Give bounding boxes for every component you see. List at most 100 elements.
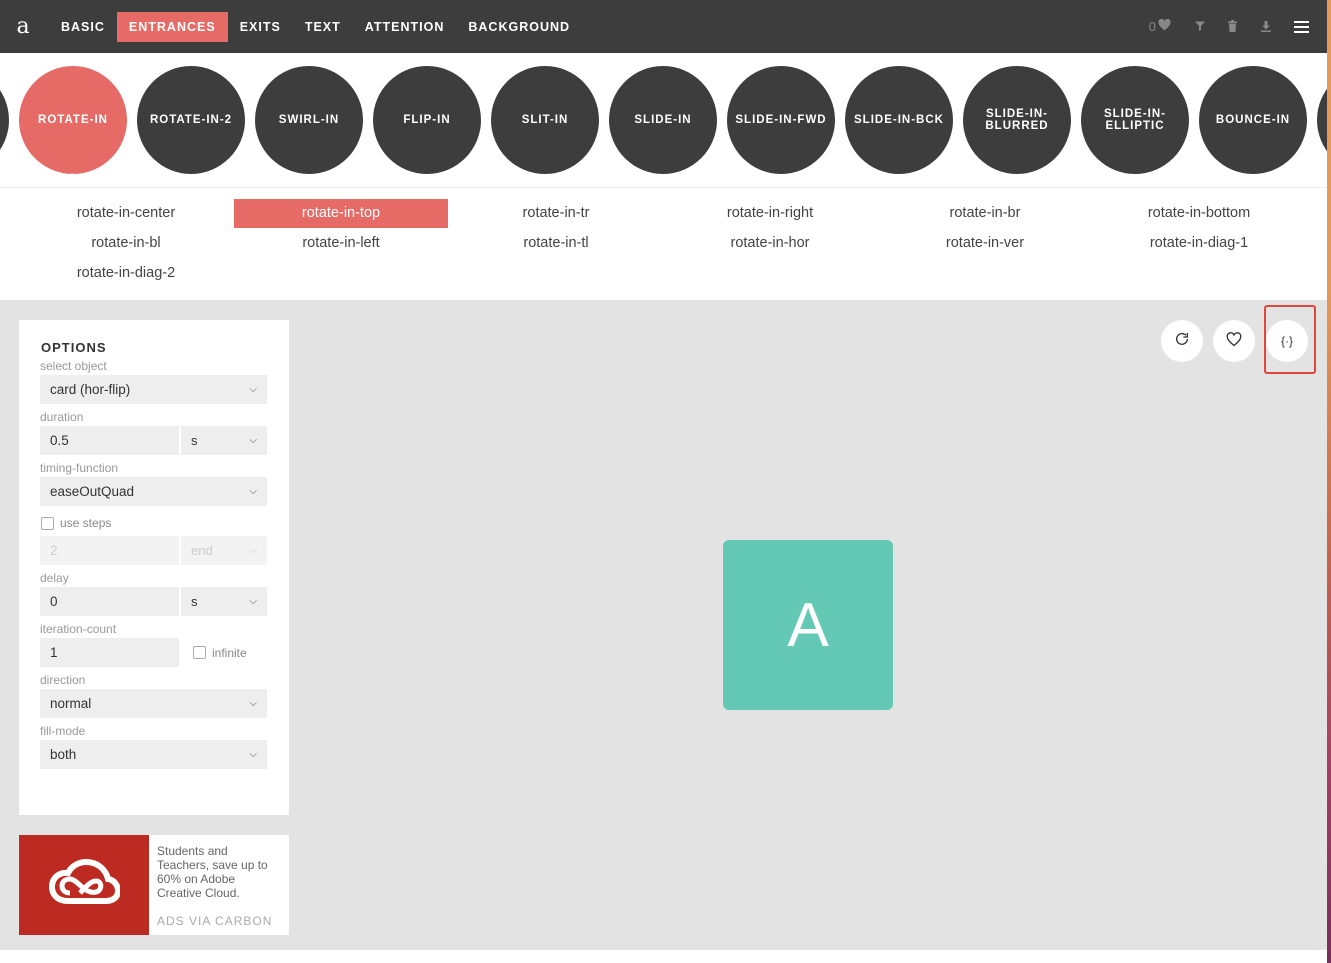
use-steps-checkbox[interactable] <box>41 516 54 530</box>
variant-item[interactable]: rotate-in-diag-1 <box>1092 229 1306 258</box>
chevron-down-icon: ⌵ <box>249 435 257 446</box>
chevron-down-icon: ⌵ <box>249 486 257 497</box>
timing-function-dropdown[interactable]: easeOutQuad ⌵ <box>40 477 267 506</box>
logo[interactable]: a <box>0 14 46 39</box>
animation-slide-in-bck[interactable]: SLIDE-IN-BCK <box>845 66 953 174</box>
nav-entrances[interactable]: ENTRANCES <box>116 11 228 42</box>
chevron-down-icon: ⌵ <box>249 749 257 760</box>
window-edge <box>1327 0 1331 963</box>
variant-item[interactable]: rotate-in-tl <box>449 229 663 258</box>
animation-bounce-in[interactable]: BOUNCE-IN <box>1199 66 1307 174</box>
animation-slide-in[interactable]: SLIDE-IN <box>609 66 717 174</box>
variant-item[interactable]: rotate-in-diag-2 <box>19 259 233 288</box>
infinite-row: infinite <box>181 638 247 667</box>
favorites-button[interactable]: 0 <box>1148 18 1171 34</box>
nav-attention[interactable]: ATTENTION <box>353 12 457 42</box>
animation-slide-in-blurred[interactable]: SLIDE-IN-BLURRED <box>963 66 1071 174</box>
steps-input[interactable]: 2 <box>40 536 179 565</box>
toolbar: 0 <box>1149 0 1315 53</box>
animation-circle-previous[interactable] <box>0 66 9 174</box>
download-icon[interactable] <box>1249 19 1282 35</box>
variant-item[interactable]: rotate-in-left <box>234 229 448 258</box>
select-object-dropdown[interactable]: card (hor-flip) ⌵ <box>40 375 267 404</box>
trash-icon[interactable] <box>1216 19 1249 35</box>
select-object-label: select object <box>40 359 107 373</box>
nav-basic[interactable]: BASIC <box>49 12 117 42</box>
variant-item[interactable]: rotate-in-bottom <box>1092 199 1306 228</box>
preview-card: A <box>723 540 893 710</box>
iteration-count-input[interactable]: 1 <box>40 638 179 667</box>
category-nav: BASIC ENTRANCES EXITS TEXT ATTENTION BAC… <box>49 0 582 53</box>
nav-exits[interactable]: EXITS <box>228 12 293 42</box>
variant-item-active[interactable]: rotate-in-top <box>234 199 448 228</box>
fill-mode-label: fill-mode <box>40 724 86 738</box>
duration-unit-dropdown[interactable]: s ⌵ <box>181 426 267 455</box>
bottom-strip <box>0 950 1327 963</box>
animation-rotate-in-2[interactable]: ROTATE-IN-2 <box>137 66 245 174</box>
direction-label: direction <box>40 673 86 687</box>
variant-item[interactable]: rotate-in-center <box>19 199 233 228</box>
timing-function-value: easeOutQuad <box>50 484 135 499</box>
options-panel: OPTIONS select object card (hor-flip) ⌵ … <box>19 320 289 815</box>
variant-item[interactable]: rotate-in-br <box>878 199 1092 228</box>
fill-mode-value: both <box>50 747 77 762</box>
animation-slide-in-elliptic[interactable]: SLIDE-IN-ELLIPTIC <box>1081 66 1189 174</box>
delay-label: delay <box>40 571 69 585</box>
duration-input[interactable]: 0.5 <box>40 426 179 455</box>
direction-value: normal <box>50 696 92 711</box>
steps-position-value: end <box>191 543 213 558</box>
infinite-label: infinite <box>212 645 247 660</box>
duration-unit-value: s <box>191 433 198 448</box>
filter-icon[interactable] <box>1183 19 1216 35</box>
iteration-count-label: iteration-count <box>40 622 117 636</box>
delay-unit-value: s <box>191 594 198 609</box>
active-pointer <box>63 173 81 182</box>
use-steps-label: use steps <box>60 516 112 530</box>
animation-swirl-in[interactable]: SWIRL-IN <box>255 66 363 174</box>
animation-carousel: ROTATE-IN ROTATE-IN-2 SWIRL-IN FLIP-IN S… <box>0 53 1327 187</box>
use-steps-row: use steps <box>41 516 267 530</box>
heart-icon <box>1158 18 1171 34</box>
favorite-button[interactable] <box>1213 320 1255 362</box>
steps-position-dropdown[interactable]: end ⌵ <box>181 536 267 565</box>
fill-mode-dropdown[interactable]: both ⌵ <box>40 740 267 769</box>
variant-item[interactable]: rotate-in-right <box>663 199 877 228</box>
animation-slide-in-fwd[interactable]: SLIDE-IN-FWD <box>727 66 835 174</box>
animation-slit-in[interactable]: SLIT-IN <box>491 66 599 174</box>
variant-item[interactable]: rotate-in-tr <box>449 199 663 228</box>
animation-flip-in[interactable]: FLIP-IN <box>373 66 481 174</box>
chevron-down-icon: ⌵ <box>249 596 257 607</box>
carbon-ad[interactable]: Students and Teachers, save up to 60% on… <box>19 835 289 935</box>
favorites-count: 0 <box>1148 19 1156 34</box>
ad-copy[interactable]: Students and Teachers, save up to 60% on… <box>157 844 281 900</box>
variant-list: rotate-in-center rotate-in-top rotate-in… <box>0 187 1327 300</box>
animation-circle-next[interactable] <box>1317 66 1327 174</box>
direction-dropdown[interactable]: normal ⌵ <box>40 689 267 718</box>
replay-button[interactable] <box>1161 320 1203 362</box>
adobe-creative-cloud-icon[interactable] <box>19 835 149 935</box>
ad-text: Students and Teachers, save up to 60% on… <box>149 835 289 935</box>
refresh-icon <box>1174 331 1190 351</box>
timing-function-label: timing-function <box>40 461 119 475</box>
ads-via-carbon-link[interactable]: ADS VIA CARBON <box>157 914 272 928</box>
code-button-highlight <box>1264 305 1316 374</box>
options-title: OPTIONS <box>41 340 107 355</box>
card-letter: A <box>787 590 829 660</box>
chevron-down-icon: ⌵ <box>249 545 257 556</box>
variant-item[interactable]: rotate-in-hor <box>663 229 877 258</box>
animation-rotate-in[interactable]: ROTATE-IN <box>19 66 127 174</box>
duration-label: duration <box>40 410 84 424</box>
variant-item[interactable]: rotate-in-ver <box>878 229 1092 258</box>
top-bar: a BASIC ENTRANCES EXITS TEXT ATTENTION B… <box>0 0 1327 53</box>
heart-outline-icon <box>1226 331 1242 351</box>
select-object-value: card (hor-flip) <box>50 382 131 397</box>
chevron-down-icon: ⌵ <box>249 698 257 709</box>
menu-icon[interactable] <box>1294 20 1309 33</box>
chevron-down-icon: ⌵ <box>249 384 257 395</box>
variant-item[interactable]: rotate-in-bl <box>19 229 233 258</box>
nav-text[interactable]: TEXT <box>293 12 353 42</box>
delay-unit-dropdown[interactable]: s ⌵ <box>181 587 267 616</box>
delay-input[interactable]: 0 <box>40 587 179 616</box>
infinite-checkbox[interactable] <box>193 646 206 659</box>
nav-background[interactable]: BACKGROUND <box>456 12 582 42</box>
